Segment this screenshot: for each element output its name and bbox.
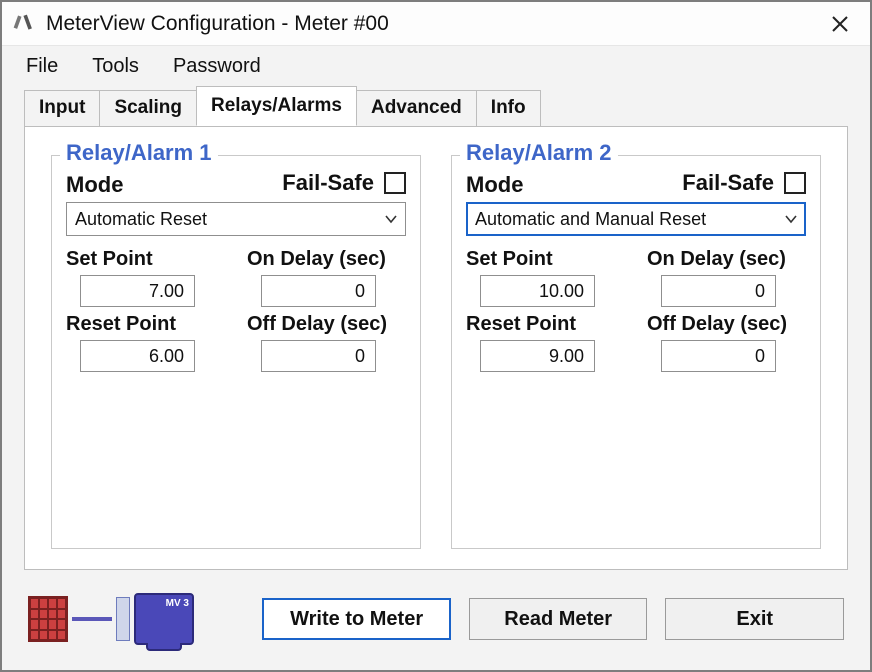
menu-password[interactable]: Password	[167, 51, 267, 82]
relay1-mode-dropdown[interactable]: Automatic Reset	[66, 202, 406, 236]
tab-scaling[interactable]: Scaling	[99, 90, 197, 127]
relay2-ondelay-label: On Delay (sec)	[647, 248, 806, 271]
app-icon	[12, 12, 36, 36]
relay1-ondelay-label: On Delay (sec)	[247, 248, 406, 271]
relay1-setpoint-input[interactable]: 7.00	[80, 275, 195, 307]
menubar: File Tools Password	[2, 46, 870, 86]
relay1-setpoint-label: Set Point	[66, 248, 225, 271]
relay1-offdelay-label: Off Delay (sec)	[247, 313, 406, 336]
relay1-mode-value: Automatic Reset	[75, 209, 207, 230]
computer-icon: MV 3	[134, 593, 194, 645]
bottombar: MV 3 Write to Meter Read Meter Exit	[2, 582, 870, 670]
tab-input[interactable]: Input	[24, 90, 100, 127]
relay2-resetpoint-input[interactable]: 9.00	[480, 340, 595, 372]
relay2-offdelay-label: Off Delay (sec)	[647, 313, 806, 336]
relay1-failsafe-label: Fail-Safe	[282, 170, 374, 196]
relay2-setpoint-input[interactable]: 10.00	[480, 275, 595, 307]
relay1-failsafe-checkbox[interactable]	[384, 172, 406, 194]
close-icon	[831, 15, 849, 33]
meter-icon	[28, 596, 68, 642]
window-title: MeterView Configuration - Meter #00	[46, 12, 820, 36]
read-meter-button[interactable]: Read Meter	[469, 598, 648, 640]
relay1-resetpoint-input[interactable]: 6.00	[80, 340, 195, 372]
tab-relays-alarms[interactable]: Relays/Alarms	[196, 86, 357, 126]
write-to-meter-button[interactable]: Write to Meter	[262, 598, 451, 640]
group-relay-2: Relay/Alarm 2 Fail-Safe Mode Automatic a…	[451, 155, 821, 549]
wire-icon	[72, 617, 112, 621]
relay2-fields: Set Point 10.00 On Delay (sec) 0 Reset P…	[466, 248, 806, 372]
relay2-failsafe-checkbox[interactable]	[784, 172, 806, 194]
chevron-down-icon	[783, 211, 799, 227]
titlebar: MeterView Configuration - Meter #00	[2, 2, 870, 46]
tabstrip: Input Scaling Relays/Alarms Advanced Inf…	[2, 86, 870, 126]
group-relay-1: Relay/Alarm 1 Fail-Safe Mode Automatic R…	[51, 155, 421, 549]
relay2-setpoint-label: Set Point	[466, 248, 625, 271]
tab-info[interactable]: Info	[476, 90, 541, 127]
connection-graphic: MV 3	[28, 587, 226, 651]
plug-icon	[116, 597, 130, 641]
relay2-ondelay-input[interactable]: 0	[661, 275, 776, 307]
monitor-badge: MV 3	[166, 598, 189, 609]
relay1-resetpoint-label: Reset Point	[66, 313, 225, 336]
chevron-down-icon	[383, 211, 399, 227]
exit-button[interactable]: Exit	[665, 598, 844, 640]
relay2-mode-value: Automatic and Manual Reset	[475, 209, 706, 230]
relay2-failsafe-label: Fail-Safe	[682, 170, 774, 196]
menu-file[interactable]: File	[20, 51, 64, 82]
relay1-fields: Set Point 7.00 On Delay (sec) 0 Reset Po…	[66, 248, 406, 372]
relay1-ondelay-input[interactable]: 0	[261, 275, 376, 307]
relay2-offdelay-input[interactable]: 0	[661, 340, 776, 372]
relay2-resetpoint-label: Reset Point	[466, 313, 625, 336]
group-relay-1-legend: Relay/Alarm 1	[60, 140, 218, 166]
group-relay-2-legend: Relay/Alarm 2	[460, 140, 618, 166]
tabpage-relays: Relay/Alarm 1 Fail-Safe Mode Automatic R…	[24, 126, 848, 570]
app-window: MeterView Configuration - Meter #00 File…	[0, 0, 872, 672]
close-button[interactable]	[820, 9, 860, 39]
relay2-mode-dropdown[interactable]: Automatic and Manual Reset	[466, 202, 806, 236]
tab-advanced[interactable]: Advanced	[356, 90, 477, 127]
relay1-offdelay-input[interactable]: 0	[261, 340, 376, 372]
menu-tools[interactable]: Tools	[86, 51, 145, 82]
